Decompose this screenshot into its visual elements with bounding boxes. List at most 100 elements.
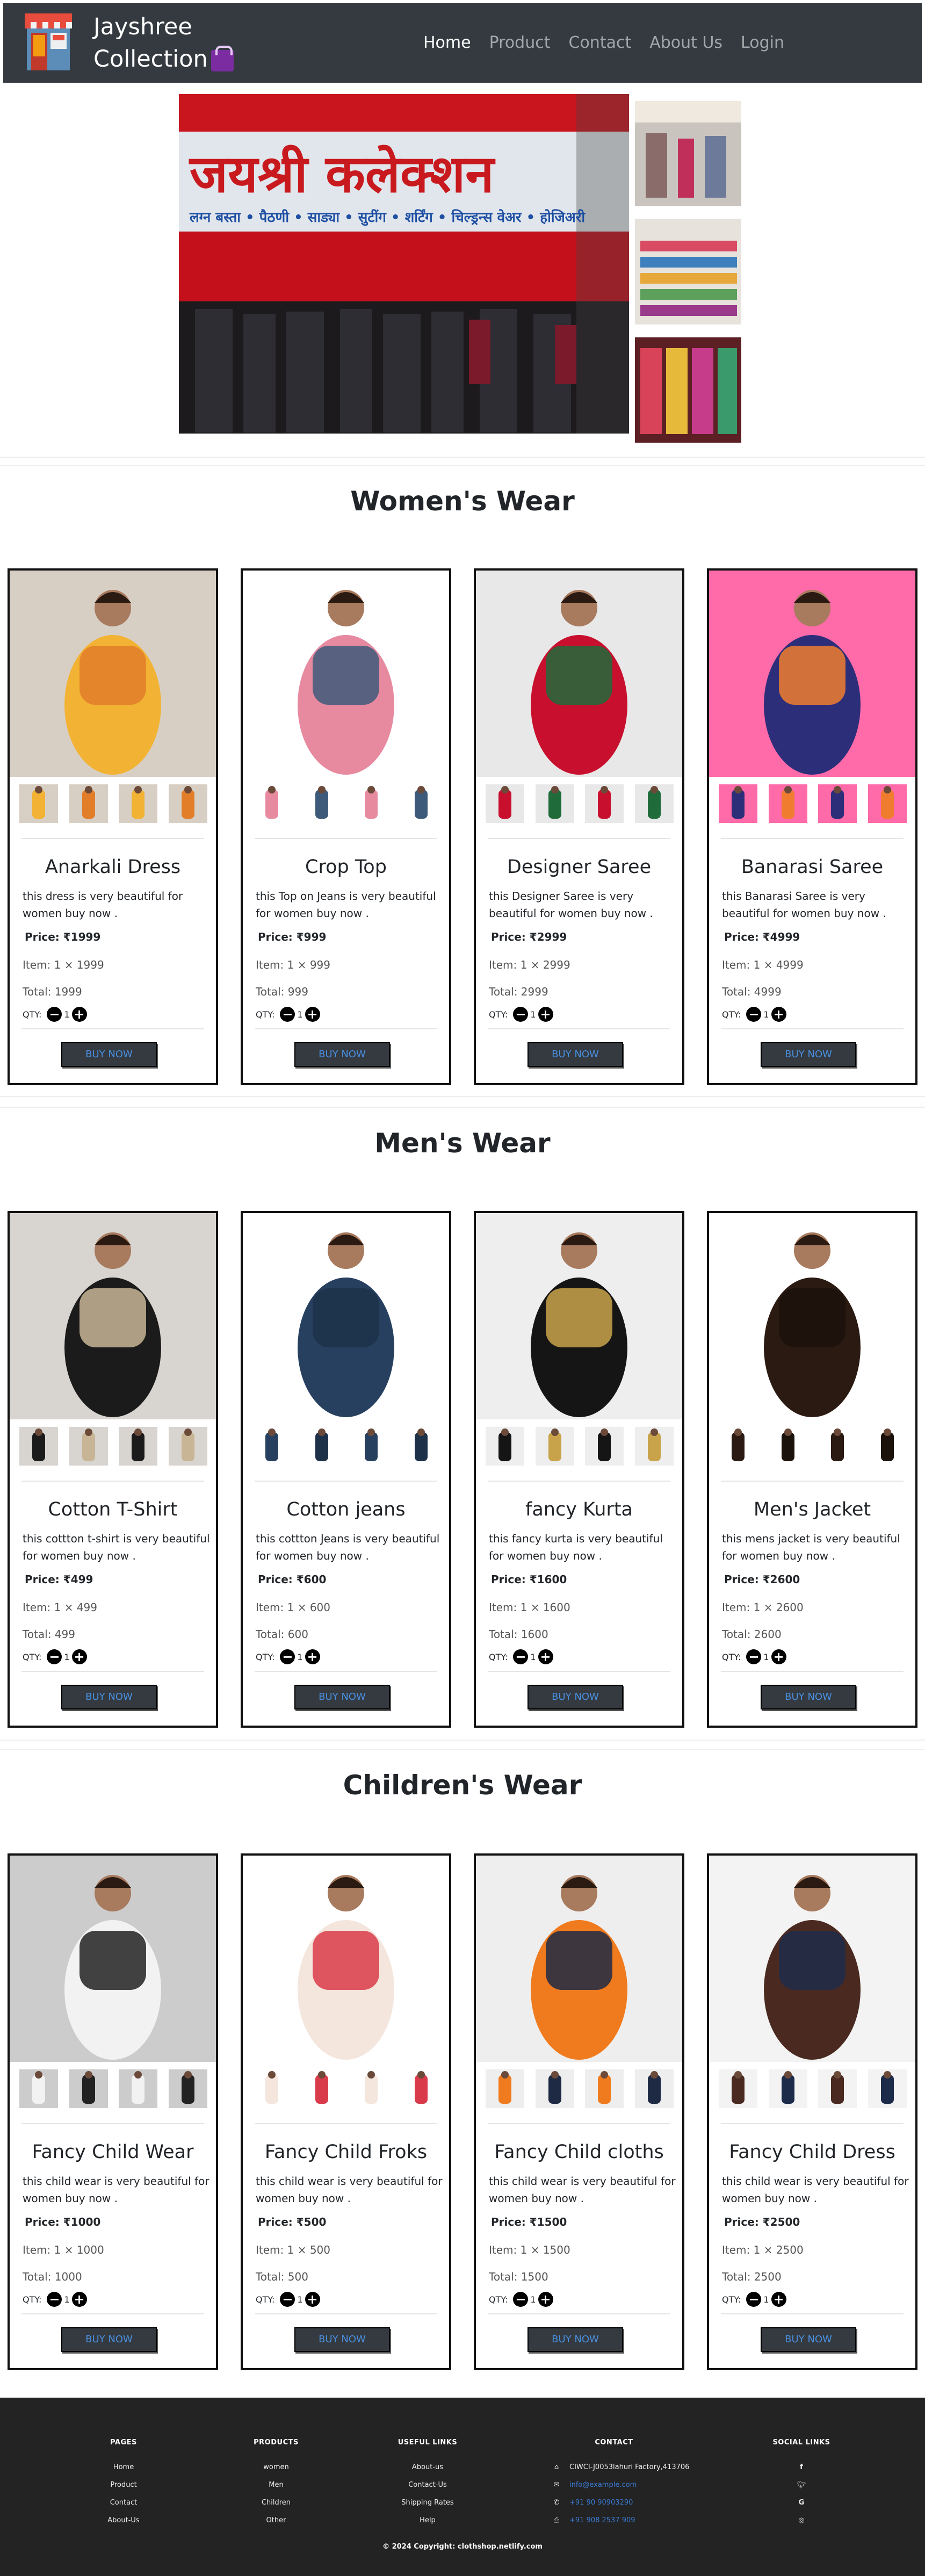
brand[interactable]: Jayshree Collection <box>25 11 234 75</box>
product-image[interactable] <box>10 1856 216 2062</box>
plus-button[interactable]: + <box>538 2292 553 2307</box>
product-thumbnail[interactable] <box>401 1427 440 1466</box>
product-thumbnail[interactable] <box>535 784 574 823</box>
product-image[interactable] <box>243 1856 449 2062</box>
product-thumbnail[interactable] <box>168 2069 207 2108</box>
product-thumbnail[interactable] <box>719 784 757 823</box>
plus-button[interactable]: + <box>71 1007 87 1022</box>
product-thumbnail[interactable] <box>585 2069 624 2108</box>
product-thumbnail[interactable] <box>535 2069 574 2108</box>
plus-button[interactable]: + <box>771 1649 786 1664</box>
footer-link-contact[interactable]: Contact <box>97 2494 150 2512</box>
product-thumbnail[interactable] <box>19 784 58 823</box>
plus-button[interactable]: + <box>71 2292 87 2307</box>
minus-button[interactable]: − <box>47 1649 62 1664</box>
product-thumbnail[interactable] <box>119 784 158 823</box>
plus-button[interactable]: + <box>305 1007 320 1022</box>
minus-button[interactable]: − <box>513 2292 529 2307</box>
product-thumbnail[interactable] <box>634 1427 674 1466</box>
nav-login[interactable]: Login <box>741 32 784 54</box>
product-thumbnail[interactable] <box>302 1427 341 1466</box>
hero-thumbnail-1[interactable] <box>635 101 741 206</box>
product-thumbnail[interactable] <box>19 2069 58 2108</box>
plus-button[interactable]: + <box>305 2292 320 2307</box>
footer-link-home[interactable]: Home <box>97 2458 150 2476</box>
instagram-icon[interactable]: ◎ <box>769 2512 834 2529</box>
buy-now-button[interactable]: BUY NOW <box>61 1685 157 1709</box>
product-thumbnail[interactable] <box>119 1427 158 1466</box>
minus-button[interactable]: − <box>513 1649 529 1664</box>
product-thumbnail[interactable] <box>302 784 341 823</box>
buy-now-button[interactable]: BUY NOW <box>761 1685 856 1709</box>
buy-now-button[interactable]: BUY NOW <box>527 1685 623 1709</box>
hero-thumbnail-3[interactable] <box>635 337 741 443</box>
footer-link-help[interactable]: Help <box>390 2512 465 2529</box>
product-thumbnail[interactable] <box>302 2069 341 2108</box>
contact-fax[interactable]: +91 908 2537 909 <box>569 2516 635 2524</box>
plus-button[interactable]: + <box>771 2292 786 2307</box>
buy-now-button[interactable]: BUY NOW <box>761 2327 856 2352</box>
nav-contact[interactable]: Contact <box>569 32 632 54</box>
product-thumbnail[interactable] <box>535 1427 574 1466</box>
plus-button[interactable]: + <box>305 1649 320 1664</box>
buy-now-button[interactable]: BUY NOW <box>294 1685 390 1709</box>
buy-now-button[interactable]: BUY NOW <box>61 2327 157 2352</box>
minus-button[interactable]: − <box>746 1007 762 1022</box>
product-image[interactable] <box>476 1213 682 1419</box>
hero-carousel-image[interactable]: जयश्री कलेक्शन लग्न बस्ता • पैठणी • साड्… <box>179 94 629 434</box>
product-thumbnail[interactable] <box>585 1427 624 1466</box>
product-thumbnail[interactable] <box>868 1427 907 1466</box>
product-image[interactable] <box>709 571 915 777</box>
product-thumbnail[interactable] <box>768 2069 807 2108</box>
product-thumbnail[interactable] <box>401 784 440 823</box>
product-thumbnail[interactable] <box>352 2069 391 2108</box>
product-image[interactable] <box>476 571 682 777</box>
product-thumbnail[interactable] <box>352 1427 391 1466</box>
product-thumbnail[interactable] <box>352 784 391 823</box>
footer-link-about[interactable]: About-Us <box>97 2512 150 2529</box>
product-image[interactable] <box>10 1213 216 1419</box>
product-thumbnail[interactable] <box>868 784 907 823</box>
product-image[interactable] <box>10 571 216 777</box>
product-thumbnail[interactable] <box>486 784 524 823</box>
contact-phone[interactable]: +91 90 90903290 <box>569 2499 633 2507</box>
product-image[interactable] <box>243 1213 449 1419</box>
product-thumbnail[interactable] <box>818 784 857 823</box>
contact-email[interactable]: info@example.com <box>569 2481 637 2489</box>
product-thumbnail[interactable] <box>719 1427 757 1466</box>
twitter-icon[interactable]: 🐦︎ <box>769 2476 834 2494</box>
footer-link-shipping[interactable]: Shipping Rates <box>390 2494 465 2512</box>
product-thumbnail[interactable] <box>719 2069 757 2108</box>
nav-product[interactable]: Product <box>489 32 551 54</box>
plus-button[interactable]: + <box>771 1007 786 1022</box>
footer-link-contact-us[interactable]: Contact-Us <box>390 2476 465 2494</box>
minus-button[interactable]: − <box>47 2292 62 2307</box>
footer-link-men[interactable]: Men <box>244 2476 308 2494</box>
hero-thumbnail-2[interactable] <box>635 219 741 324</box>
footer-link-product[interactable]: Product <box>97 2476 150 2494</box>
product-thumbnail[interactable] <box>119 2069 158 2108</box>
product-thumbnail[interactable] <box>768 1427 807 1466</box>
product-thumbnail[interactable] <box>69 784 108 823</box>
product-thumbnail[interactable] <box>585 784 624 823</box>
product-image[interactable] <box>709 1856 915 2062</box>
product-thumbnail[interactable] <box>252 2069 291 2108</box>
product-thumbnail[interactable] <box>818 2069 857 2108</box>
product-thumbnail[interactable] <box>634 784 674 823</box>
product-image[interactable] <box>709 1213 915 1419</box>
minus-button[interactable]: − <box>746 2292 762 2307</box>
minus-button[interactable]: − <box>280 1007 295 1022</box>
product-thumbnail[interactable] <box>486 1427 524 1466</box>
product-thumbnail[interactable] <box>486 2069 524 2108</box>
facebook-icon[interactable]: f <box>769 2458 834 2476</box>
product-thumbnail[interactable] <box>252 784 291 823</box>
buy-now-button[interactable]: BUY NOW <box>294 2327 390 2352</box>
product-thumbnail[interactable] <box>768 784 807 823</box>
product-thumbnail[interactable] <box>634 2069 674 2108</box>
minus-button[interactable]: − <box>47 1007 62 1022</box>
product-thumbnail[interactable] <box>168 784 207 823</box>
minus-button[interactable]: − <box>280 1649 295 1664</box>
nav-home[interactable]: Home <box>423 32 471 54</box>
footer-link-women[interactable]: women <box>244 2458 308 2476</box>
product-thumbnail[interactable] <box>401 2069 440 2108</box>
